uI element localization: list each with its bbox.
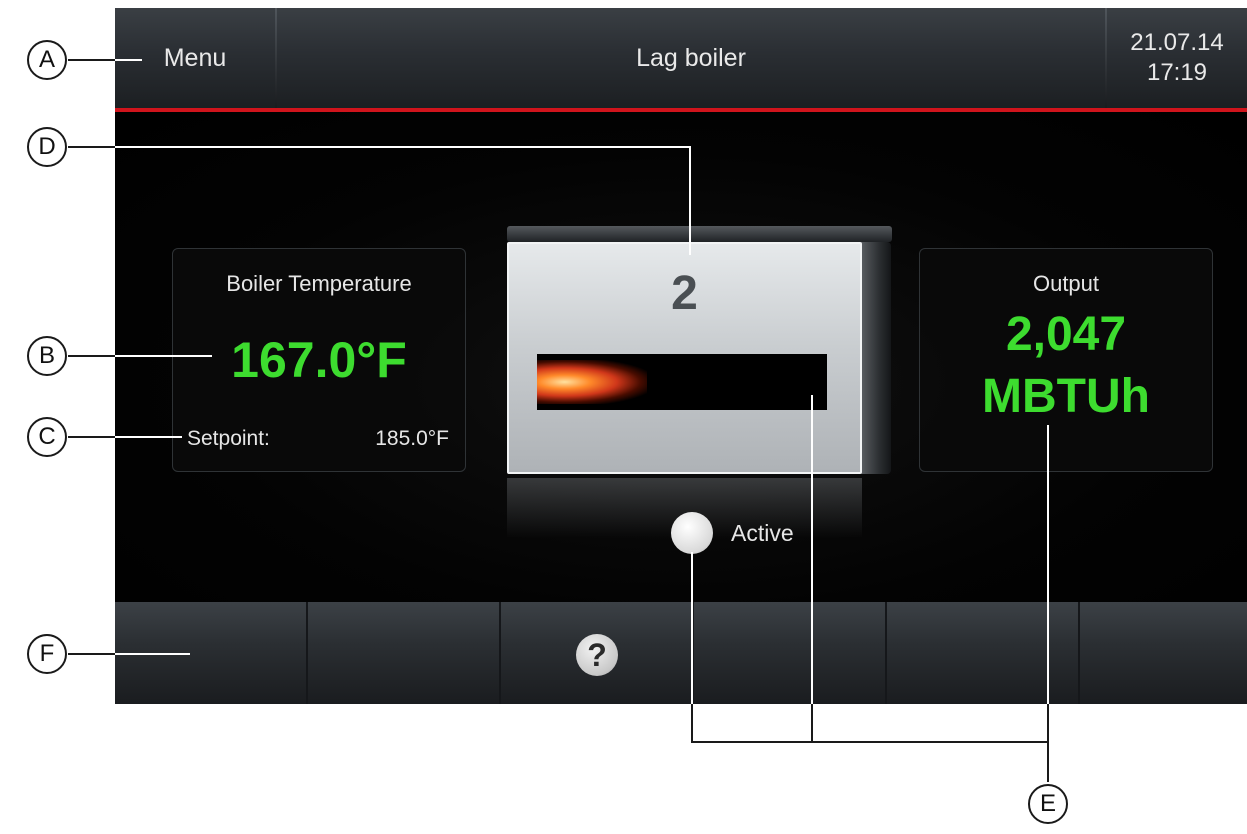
callout-line-d-screen [115, 146, 691, 255]
callout-b: B [27, 336, 67, 376]
callout-c: C [27, 417, 67, 457]
callout-line-d [68, 146, 691, 255]
callout-a: A [27, 40, 67, 80]
callout-e: E [1028, 784, 1068, 824]
callout-lines [68, 59, 1049, 782]
callout-line-e [691, 552, 1048, 743]
callout-d: D [27, 127, 67, 167]
callout-f: F [27, 634, 67, 674]
